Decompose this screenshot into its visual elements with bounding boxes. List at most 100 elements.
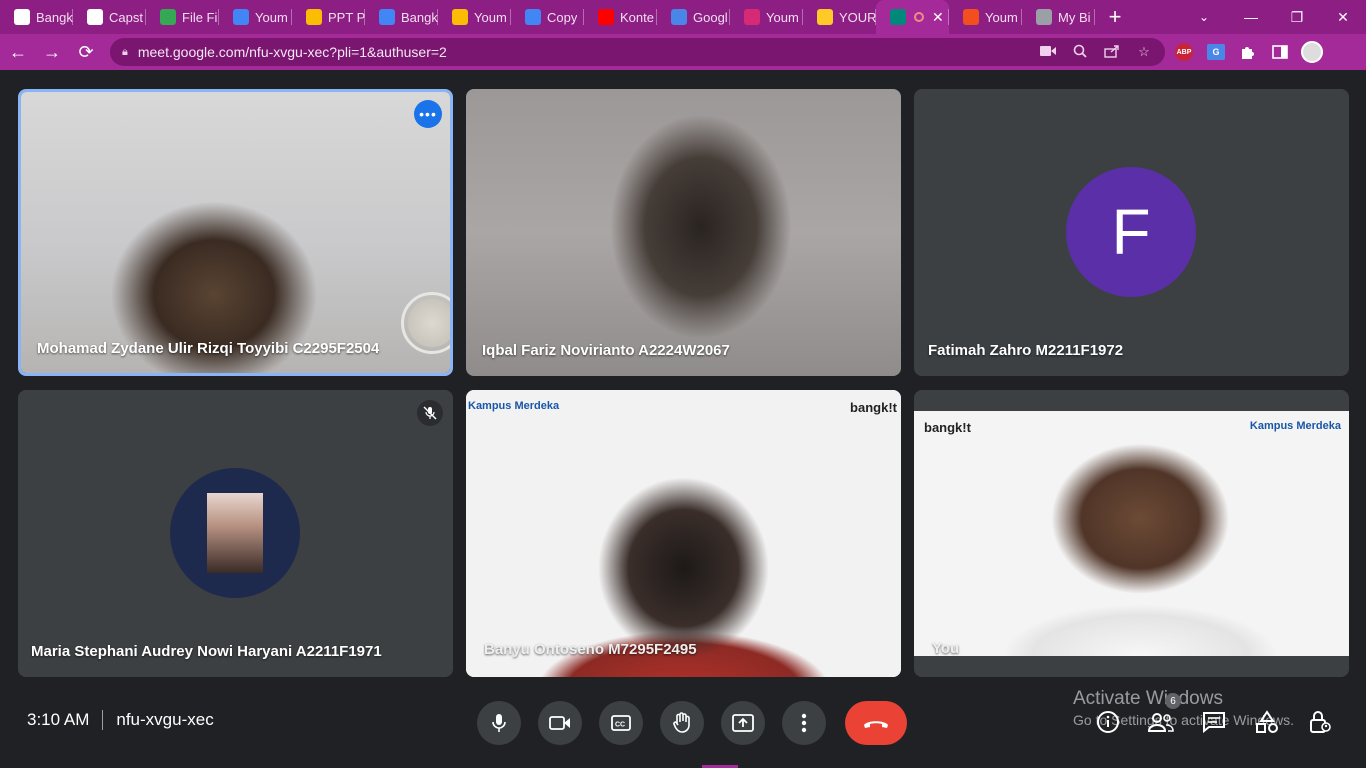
- camera-feed: [466, 89, 901, 376]
- tab-title: My Bi: [1058, 9, 1091, 25]
- captions-button[interactable]: CC: [599, 701, 643, 745]
- back-arrow-icon[interactable]: ←: [2, 36, 34, 68]
- tab-title: YOUR: [839, 9, 876, 25]
- tab-title: Youm: [255, 9, 288, 25]
- google-slides-icon: [452, 9, 468, 25]
- raise-hand-button[interactable]: [660, 701, 704, 745]
- participant-name: You: [932, 640, 960, 657]
- address-bar[interactable]: 🔒︎ meet.google.com/nfu-xvgu-xec?pli=1&au…: [110, 38, 1165, 66]
- people-icon: [1148, 713, 1174, 732]
- tab-title: Copy: [547, 9, 578, 25]
- browser-tab[interactable]: My Bi: [1022, 0, 1095, 34]
- leave-call-button[interactable]: [845, 701, 907, 745]
- participant-tile-2[interactable]: Iqbal Fariz Novirianto A2224W2067: [466, 89, 901, 376]
- chat-icon: [1203, 712, 1225, 733]
- camera-permission-icon[interactable]: [1039, 45, 1057, 60]
- video-camera-icon: [549, 716, 570, 730]
- participant-tile-3[interactable]: F Fatimah Zahro M2211F1972: [914, 89, 1349, 376]
- google-docs-icon: [233, 9, 249, 25]
- mic-muted-icon: [417, 400, 443, 426]
- browser-tab[interactable]: File Fi: [146, 0, 219, 34]
- participant-tile-self[interactable]: bangk!t Kampus Merdeka You: [914, 390, 1349, 677]
- present-screen-button[interactable]: [721, 701, 765, 745]
- extensions-puzzle-icon[interactable]: [1232, 44, 1264, 60]
- participant-tile-5[interactable]: Kampus Merdeka bangk!t Banyu Ontoseno M7…: [466, 390, 901, 677]
- firebase-icon: [817, 9, 833, 25]
- camera-feed: [914, 411, 1349, 656]
- tab-title: Bangk: [36, 9, 73, 25]
- info-icon: [1097, 711, 1119, 733]
- browser-tab[interactable]: Capst: [73, 0, 146, 34]
- browser-tab[interactable]: Copy: [511, 0, 584, 34]
- participant-tile-1[interactable]: ••• Mohamad Zydane Ulir Rizqi Toyyibi C2…: [18, 89, 453, 376]
- participant-name: Fatimah Zahro M2211F1972: [928, 342, 1124, 359]
- people-button[interactable]: [1147, 708, 1175, 736]
- browser-tab[interactable]: Youm: [219, 0, 292, 34]
- host-controls-button[interactable]: [1306, 708, 1334, 736]
- vertical-dots-icon: [801, 713, 807, 733]
- new-tab-button[interactable]: +: [1095, 0, 1135, 34]
- browser-tab[interactable]: Bangk: [0, 0, 73, 34]
- bangkit-logo: bangk!t: [850, 400, 897, 415]
- browser-tab[interactable]: Bangk: [365, 0, 438, 34]
- participant-tile-4[interactable]: Maria Stephani Audrey Nowi Haryani A2211…: [18, 390, 453, 677]
- adblock-plus-icon[interactable]: ABP: [1168, 43, 1200, 61]
- zoom-icon[interactable]: [1071, 44, 1089, 61]
- tab-title: Youm: [766, 9, 799, 25]
- close-window-icon[interactable]: ✕: [1320, 0, 1366, 34]
- forward-arrow-icon[interactable]: →: [36, 36, 68, 68]
- more-options-icon[interactable]: •••: [414, 100, 442, 128]
- host-controls-lock-icon: [1310, 711, 1331, 733]
- browser-tab[interactable]: YOUR: [803, 0, 876, 34]
- browser-tab[interactable]: Googl: [657, 0, 730, 34]
- browser-tab[interactable]: Konte: [584, 0, 657, 34]
- bookmark-star-icon[interactable]: ☆: [1135, 44, 1153, 60]
- google-translate-icon: [671, 9, 687, 25]
- meeting-details-button[interactable]: [1094, 708, 1122, 736]
- participant-avatar: F: [1066, 167, 1196, 297]
- settings-icon: [1036, 9, 1052, 25]
- microphone-button[interactable]: [477, 701, 521, 745]
- camera-feed: [466, 390, 901, 677]
- divider: [102, 710, 104, 730]
- instagram-icon: [744, 9, 760, 25]
- close-tab-icon[interactable]: ✕: [932, 9, 944, 26]
- meeting-time: 3:10 AM: [27, 710, 90, 729]
- reload-icon[interactable]: ⟳: [70, 36, 102, 68]
- google-docs-icon: [525, 9, 541, 25]
- share-icon[interactable]: [1103, 44, 1121, 61]
- participant-name: Banyu Ontoseno M7295F2495: [484, 641, 697, 658]
- tab-title: Youm: [474, 9, 507, 25]
- google-translate-extension-icon[interactable]: G: [1200, 44, 1232, 60]
- tab-title: PPT P: [328, 9, 365, 25]
- activities-shapes-icon: [1256, 710, 1278, 733]
- svg-text:CC: CC: [615, 722, 625, 729]
- participant-name: Maria Stephani Audrey Nowi Haryani A2211…: [31, 643, 382, 660]
- meeting-info: 3:10 AM nfu-xvgu-xec: [27, 710, 214, 730]
- kampus-merdeka-logo: Kampus Merdeka: [1249, 420, 1341, 432]
- restore-icon[interactable]: ❐: [1274, 0, 1320, 34]
- kampus-merdeka-logo: Kampus Merdeka: [468, 400, 560, 412]
- camera-button[interactable]: [538, 701, 582, 745]
- figma-icon: [963, 9, 979, 25]
- activation-title: Activate Windows: [1073, 688, 1223, 709]
- activities-button[interactable]: [1253, 708, 1281, 736]
- tab-title: Capst: [109, 9, 143, 25]
- tab-search-chevron-icon[interactable]: ⌄: [1192, 0, 1216, 34]
- side-panel-icon[interactable]: [1264, 45, 1296, 59]
- minimize-icon[interactable]: —: [1228, 0, 1274, 34]
- browser-tab[interactable]: Youm: [730, 0, 803, 34]
- github-icon: [14, 9, 30, 25]
- browser-tab[interactable]: ✕: [876, 0, 949, 34]
- more-options-button[interactable]: [782, 701, 826, 745]
- chat-button[interactable]: [1200, 708, 1228, 736]
- hand-icon: [673, 712, 690, 733]
- bangkit-logo: bangk!t: [924, 420, 971, 435]
- closed-captions-icon: CC: [611, 715, 631, 731]
- profile-avatar[interactable]: [1296, 41, 1328, 63]
- browser-tab[interactable]: Youm: [949, 0, 1022, 34]
- google-drive-icon: [160, 9, 176, 25]
- meeting-code[interactable]: nfu-xvgu-xec: [116, 710, 213, 730]
- browser-tab[interactable]: PPT P: [292, 0, 365, 34]
- browser-tab[interactable]: Youm: [438, 0, 511, 34]
